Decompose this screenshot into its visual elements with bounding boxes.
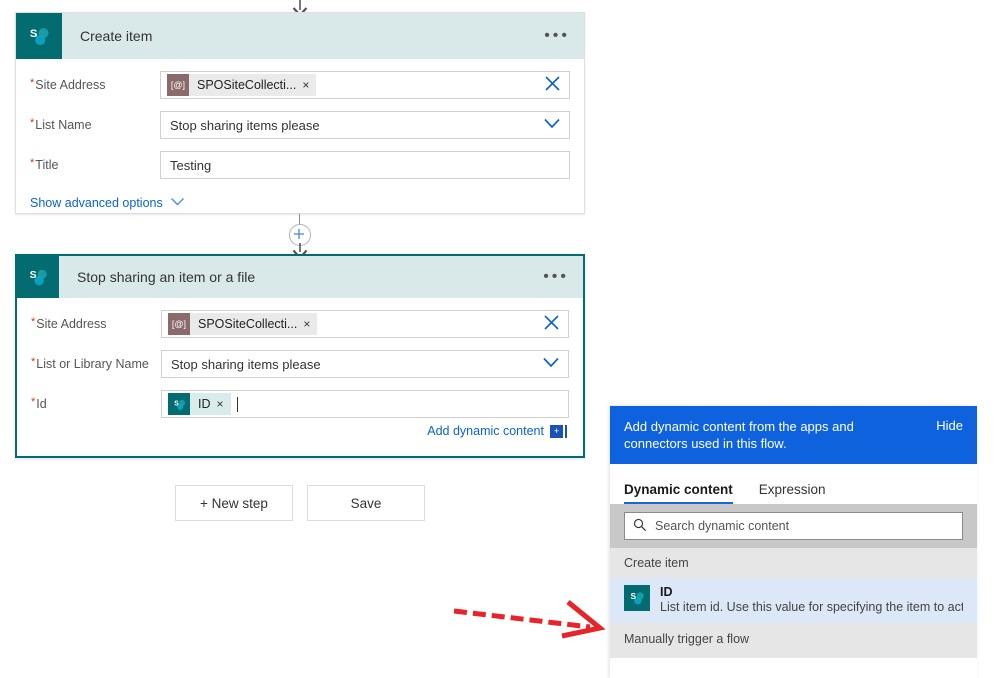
chevron-down-icon[interactable] <box>543 118 561 133</box>
svg-text:S: S <box>30 269 37 281</box>
card-header: S Stop sharing an item or a file ••• <box>17 256 583 298</box>
field-list-name: *List Name Stop sharing items please <box>16 111 584 139</box>
token-label: SPOSiteCollecti... <box>198 317 298 331</box>
group-header-create-item: Create item <box>610 548 977 578</box>
field-label: *Title <box>30 157 59 173</box>
show-advanced-options-row[interactable]: Show advanced options <box>16 195 584 210</box>
search-container: Search dynamic content <box>610 504 977 548</box>
card-header: S Create item ••• <box>16 13 584 59</box>
card-menu-button[interactable]: ••• <box>543 269 569 285</box>
chevron-down-icon[interactable] <box>170 195 185 210</box>
dynamic-content-panel: Add dynamic content from the apps and co… <box>610 406 977 678</box>
sharepoint-icon: S <box>16 13 62 59</box>
field-id: *Id S ID × <box>17 390 583 418</box>
tab-dynamic-content[interactable]: Dynamic content <box>624 482 733 504</box>
site-address-token[interactable]: [@] SPOSiteCollecti... × <box>168 313 318 335</box>
item-name: ID <box>660 585 673 599</box>
token-remove-icon[interactable]: × <box>303 317 317 331</box>
title-value: Testing <box>170 157 212 173</box>
sharepoint-icon: S <box>624 585 650 611</box>
site-address-token[interactable]: [@] SPOSiteCollecti... × <box>167 74 317 96</box>
card-body: *Site Address [@] SPOSiteCollecti... × *… <box>16 71 584 210</box>
text-caret <box>236 396 238 412</box>
field-site-address: *Site Address [@] SPOSiteCollecti... × <box>16 71 584 99</box>
card-body: *Site Address [@] SPOSiteCollecti... × *… <box>17 310 583 438</box>
required-asterisk: * <box>31 396 36 408</box>
site-address-input[interactable]: [@] SPOSiteCollecti... × <box>160 71 570 99</box>
field-label: *Site Address <box>31 316 107 332</box>
save-button[interactable]: Save <box>307 485 425 521</box>
required-asterisk: * <box>30 77 35 89</box>
add-dynamic-content-row[interactable]: Add dynamic content + <box>17 424 583 438</box>
flow-card-stop-sharing[interactable]: S Stop sharing an item or a file ••• *Si… <box>15 254 585 458</box>
token-remove-icon[interactable]: × <box>302 78 316 92</box>
svg-text:S: S <box>174 400 179 407</box>
dropdown-value: Stop sharing items please <box>171 356 321 372</box>
svg-text:S: S <box>631 591 637 601</box>
search-placeholder: Search dynamic content <box>655 519 790 533</box>
required-asterisk: * <box>31 316 36 328</box>
sharepoint-icon: S <box>17 256 59 298</box>
required-asterisk: * <box>31 356 36 368</box>
list-or-library-dropdown[interactable]: Stop sharing items please <box>161 350 569 378</box>
title-input[interactable]: Testing <box>160 151 570 179</box>
add-dynamic-content-icon[interactable]: + <box>550 424 567 438</box>
field-site-address: *Site Address [@] SPOSiteCollecti... × <box>17 310 583 338</box>
new-step-button[interactable]: + New step <box>175 485 293 521</box>
required-asterisk: * <box>30 117 35 129</box>
annotation-arrow-icon <box>453 600 606 639</box>
required-asterisk: * <box>30 157 35 169</box>
card-menu-button[interactable]: ••• <box>544 28 570 44</box>
svg-text:S: S <box>30 28 38 40</box>
show-advanced-options-link[interactable]: Show advanced options <box>30 196 163 210</box>
sharepoint-icon: S <box>168 393 190 415</box>
field-list-or-library-name: *List or Library Name Stop sharing items… <box>17 350 583 378</box>
token-label: SPOSiteCollecti... <box>197 78 297 92</box>
token-remove-icon[interactable]: × <box>217 397 231 411</box>
dynamic-content-tabs: Dynamic content Expression <box>610 464 977 504</box>
site-address-input[interactable]: [@] SPOSiteCollecti... × <box>161 310 569 338</box>
search-icon <box>633 518 647 535</box>
dropdown-value: Stop sharing items please <box>170 117 320 133</box>
dynamic-content-banner: Add dynamic content from the apps and co… <box>610 406 977 464</box>
field-label: *Site Address <box>30 77 106 93</box>
flow-card-create-item[interactable]: S Create item ••• *Site Address [@] SPOS… <box>15 12 585 214</box>
at-bracket-icon: [@] <box>167 74 189 96</box>
chevron-down-icon[interactable] <box>542 357 560 372</box>
list-name-dropdown[interactable]: Stop sharing items please <box>160 111 570 139</box>
item-description: List item id. Use this value for specify… <box>660 600 963 614</box>
id-dynamic-token[interactable]: S ID × <box>168 393 231 415</box>
card-title: Create item <box>80 28 153 44</box>
field-label: *List Name <box>30 117 92 133</box>
clear-icon[interactable] <box>544 75 561 95</box>
field-title: *Title Testing <box>16 151 584 179</box>
dynamic-content-item-id[interactable]: S ID List item id. Use this value for sp… <box>610 578 977 623</box>
banner-text: Add dynamic content from the apps and co… <box>624 419 854 451</box>
field-label: *Id <box>31 396 47 412</box>
at-bracket-icon: [@] <box>168 313 190 335</box>
group-header-manually-trigger-a-flow: Manually trigger a flow <box>610 623 977 658</box>
search-input[interactable]: Search dynamic content <box>624 512 963 540</box>
token-label: ID <box>198 397 211 411</box>
tab-expression[interactable]: Expression <box>759 482 826 504</box>
card-title: Stop sharing an item or a file <box>77 269 256 285</box>
add-dynamic-content-link[interactable]: Add dynamic content <box>427 424 544 438</box>
field-label: *List or Library Name <box>31 356 149 372</box>
clear-icon[interactable] <box>543 314 560 334</box>
hide-button[interactable]: Hide <box>928 418 963 433</box>
id-input[interactable]: S ID × <box>161 390 569 418</box>
